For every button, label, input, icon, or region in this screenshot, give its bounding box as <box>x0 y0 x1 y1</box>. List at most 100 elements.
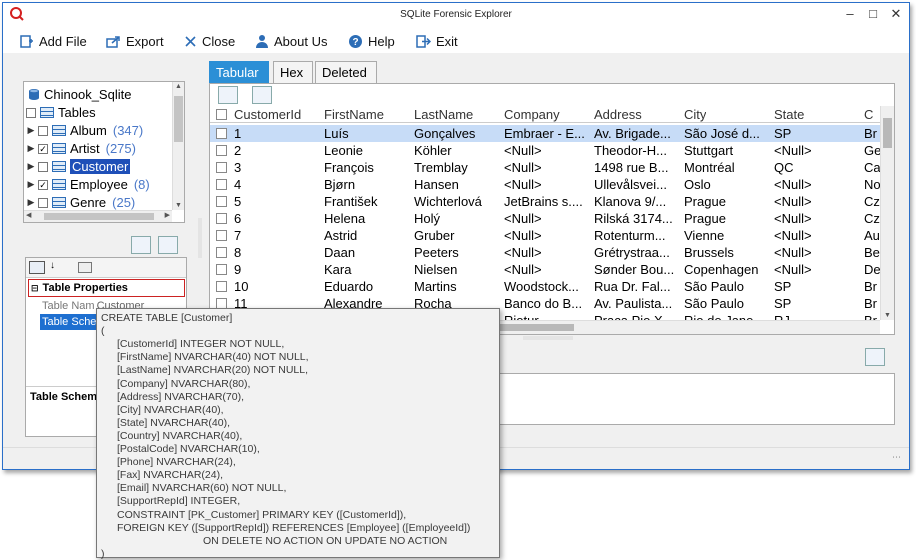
row-checkbox[interactable] <box>216 213 227 224</box>
column-header[interactable]: FirstName <box>324 106 384 123</box>
tree-tables-node[interactable]: Tables <box>26 104 96 121</box>
table-properties-section[interactable]: ⊟ Table Properties <box>28 279 185 297</box>
select-all-checkbox[interactable] <box>216 109 227 120</box>
grid-export-button[interactable] <box>218 86 238 104</box>
tree-item-genre[interactable]: ▶ Genre (25) <box>26 194 136 211</box>
grid-scroll-down-icon[interactable]: ▼ <box>884 312 891 319</box>
row-checkbox[interactable] <box>216 281 227 292</box>
close-button[interactable]: Close <box>184 31 235 51</box>
grid-hscroll-thumb[interactable] <box>490 324 574 331</box>
table-icon <box>52 161 66 172</box>
close-window-button[interactable]: ✕ <box>884 5 908 23</box>
table-cell: Astrid <box>324 228 358 243</box>
row-checkbox[interactable] <box>216 230 227 241</box>
tree-item-checkbox[interactable]: ✓ <box>38 143 48 154</box>
column-header[interactable]: Company <box>504 106 560 123</box>
row-checkbox[interactable] <box>216 247 227 258</box>
column-header[interactable]: Address <box>594 106 642 123</box>
minimize-button[interactable]: – <box>838 5 862 23</box>
table-schema-row[interactable]: Table Sche <box>40 314 100 330</box>
tab-tabular[interactable]: Tabular <box>209 61 269 83</box>
table-row[interactable]: 5 František Wichterlová JetBrains s.... Klan… <box>210 193 880 210</box>
row-checkbox[interactable] <box>216 145 227 156</box>
table-row[interactable]: 9 Kara Nielsen <Null> Sønder Bou... Copenhage… <box>210 261 880 278</box>
expand-arrow-icon[interactable]: ▶ <box>26 197 36 208</box>
maximize-button[interactable]: □ <box>861 5 885 23</box>
table-row[interactable]: 4 Bjørn Hansen <Null> Ullevålsvei... Oslo <Nul… <box>210 176 880 193</box>
row-checkbox[interactable] <box>216 128 227 139</box>
sort-az-icon[interactable]: ↓ <box>50 260 55 271</box>
expand-arrow-icon[interactable]: ▶ <box>26 125 36 136</box>
column-header[interactable]: LastName <box>414 106 473 123</box>
categorized-icon[interactable] <box>29 261 45 274</box>
collapse-icon[interactable]: ⊟ <box>31 283 39 294</box>
row-checkbox[interactable] <box>216 179 227 190</box>
table-cell: Brussels <box>684 245 734 260</box>
lower-export-button[interactable] <box>865 348 885 366</box>
scroll-left-icon[interactable]: ◀ <box>26 211 31 219</box>
tree-horizontal-scrollbar[interactable]: ◀ ▶ <box>24 210 172 222</box>
schema-line: [PostalCode] NVARCHAR(10), <box>117 443 260 455</box>
database-icon <box>29 89 39 100</box>
column-header[interactable]: City <box>684 106 706 123</box>
expand-arrow-icon[interactable]: ▶ <box>26 161 36 172</box>
table-cell: Rilská 3174... <box>594 211 673 226</box>
resize-grip-icon[interactable]: ⋯ <box>892 452 901 463</box>
tree-item-checkbox[interactable] <box>38 125 48 136</box>
grid-toolbar <box>210 84 894 106</box>
table-row[interactable]: 3 François Tremblay <Null> 1498 rue B... Mont… <box>210 159 880 176</box>
column-header[interactable]: State <box>774 106 804 123</box>
tree-item-checkbox[interactable] <box>38 197 48 208</box>
grid-scroll-thumb[interactable] <box>883 118 892 148</box>
table-cell: Av. Brigade... <box>594 126 671 141</box>
expand-arrow-icon[interactable]: ▶ <box>26 179 36 190</box>
table-row[interactable]: 7 Astrid Gruber <Null> Rotenturm... Vienne <Nu… <box>210 227 880 244</box>
table-cell: Rua Dr. Fal... <box>594 279 671 294</box>
title-bar: SQLite Forensic Explorer – □ ✕ <box>3 3 909 27</box>
table-icon <box>52 125 66 136</box>
scroll-right-icon[interactable]: ▶ <box>165 211 170 219</box>
row-checkbox[interactable] <box>216 264 227 275</box>
table-cell: Oslo <box>684 177 711 192</box>
grid-save-button[interactable] <box>252 86 272 104</box>
table-row[interactable]: 6 Helena Holý <Null> Rilská 3174... Prague <Nu… <box>210 210 880 227</box>
scroll-down-icon[interactable]: ▼ <box>175 202 182 209</box>
table-row[interactable]: 2 Leonie Köhler <Null> Theodor-H... Stuttgart… <box>210 142 880 159</box>
tree-item-artist[interactable]: ▶ ✓ Artist (275) <box>26 140 136 157</box>
vertical-splitter[interactable] <box>198 218 202 258</box>
table-row[interactable]: 1 Luís Gonçalves Embraer - E... Av. Brigade.… <box>210 125 880 142</box>
add-file-button[interactable]: Add File <box>19 31 87 51</box>
help-button[interactable]: ? Help <box>348 31 395 51</box>
grid-vertical-scrollbar[interactable]: ▼ <box>880 106 894 320</box>
table-row[interactable]: 8 Daan Peeters <Null> Grétrystraa... Brussels… <box>210 244 880 261</box>
table-row[interactable]: 10 Eduardo Martins Woodstock... Rua Dr. Fal.… <box>210 278 880 295</box>
tree-item-customer[interactable]: ▶ Customer (59) <box>26 158 159 175</box>
tree-database-node[interactable]: Chinook_Sqlite <box>28 86 131 103</box>
table-cell: No <box>864 177 880 192</box>
tree-scroll-thumb[interactable] <box>174 96 183 142</box>
expand-arrow-icon[interactable]: ▶ <box>26 143 36 154</box>
tree-item-checkbox[interactable]: ✓ <box>38 179 48 190</box>
tab-deleted[interactable]: Deleted <box>315 61 377 83</box>
tree-hscroll-thumb[interactable] <box>44 213 154 220</box>
table-cell: RJ <box>774 312 862 320</box>
exit-button[interactable]: Exit <box>416 31 458 51</box>
about-us-button[interactable]: About Us <box>255 31 327 51</box>
column-header[interactable]: C <box>864 106 873 123</box>
tree-vertical-scrollbar[interactable]: ▲ ▼ <box>172 82 184 210</box>
scroll-up-icon[interactable]: ▲ <box>175 83 182 90</box>
tab-hex[interactable]: Hex <box>273 61 313 83</box>
export-button[interactable]: Export <box>106 31 164 51</box>
row-checkbox[interactable] <box>216 162 227 173</box>
prop-save-button[interactable] <box>158 236 178 254</box>
horizontal-splitter[interactable] <box>523 336 573 340</box>
add-file-label: Add File <box>39 33 87 49</box>
row-checkbox[interactable] <box>216 196 227 207</box>
property-pages-icon[interactable] <box>78 262 92 273</box>
tree-item-checkbox[interactable] <box>38 161 48 172</box>
column-header[interactable]: CustomerId <box>234 106 301 123</box>
tree-item-employee[interactable]: ▶ ✓ Employee (8) <box>26 176 150 193</box>
tree-item-album[interactable]: ▶ Album (347) <box>26 122 144 139</box>
tables-checkbox[interactable] <box>26 107 36 118</box>
prop-export-button[interactable] <box>131 236 151 254</box>
